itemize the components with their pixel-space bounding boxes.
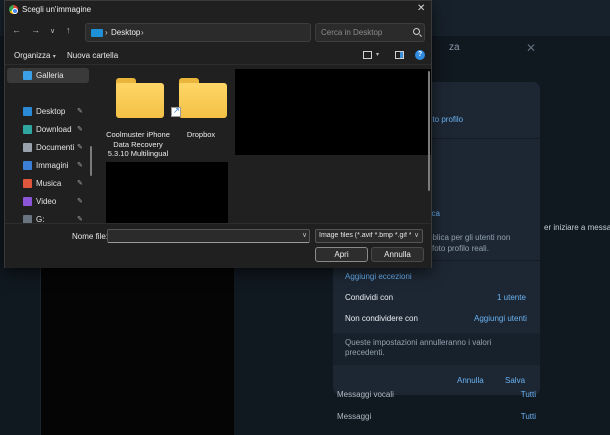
pin-icon[interactable]: ✎ xyxy=(77,161,83,169)
cancel-button[interactable]: Annulla xyxy=(371,247,424,262)
dialog-title: Scegli un'immagine xyxy=(22,5,92,14)
recent-locations-chevron-icon[interactable]: ∨ xyxy=(50,27,55,35)
navigation-bar: ← → ∨ ↑ › Desktop › ∨ ⟳ Cerca in Desktop xyxy=(5,21,431,43)
sidebar-item-label: Documenti xyxy=(36,143,75,152)
forward-arrow-icon[interactable]: → xyxy=(31,25,40,35)
voice-messages-label: Messaggi vocali xyxy=(337,390,394,399)
desktop-icon xyxy=(23,107,32,116)
photo-profile-link-fragment[interactable]: oto profilo xyxy=(428,115,463,124)
gallery-icon xyxy=(23,71,32,80)
messages-label: Messaggi xyxy=(337,412,372,421)
search-input[interactable]: Cerca in Desktop xyxy=(321,28,382,37)
chevron-down-icon[interactable]: ∨ xyxy=(302,231,307,239)
path-separator-icon: › xyxy=(105,28,108,37)
file-item-dropbox[interactable]: Dropbox xyxy=(169,74,231,164)
folder-icon xyxy=(91,29,103,37)
sidebar-item-musica[interactable]: Musica ✎ xyxy=(7,176,89,191)
search-box[interactable]: Cerca in Desktop xyxy=(315,23,425,42)
file-list: Coolmuster iPhone Data Recovery 5.3.10 M… xyxy=(98,66,431,223)
file-list-scrollbar[interactable] xyxy=(428,71,430,191)
navigation-pane: Galleria Desktop ✎ Download ✎ Documenti … xyxy=(5,66,96,224)
background-chat-panel xyxy=(40,264,234,435)
file-item-coolmuster[interactable]: Coolmuster iPhone Data Recovery 5.3.10 M… xyxy=(106,74,170,164)
sidebar-item-documenti[interactable]: Documenti ✎ xyxy=(7,140,89,155)
back-arrow-icon[interactable]: ← xyxy=(12,25,21,35)
redacted-area xyxy=(106,162,228,223)
organize-menu[interactable]: Organizza ▾ xyxy=(14,51,56,60)
privacy-close-icon[interactable]: ✕ xyxy=(526,41,536,55)
up-arrow-icon[interactable]: ↑ xyxy=(66,25,71,35)
close-icon[interactable]: ✕ xyxy=(417,3,425,14)
sidebar-item-label: Desktop xyxy=(36,107,66,116)
documents-icon xyxy=(23,143,32,152)
dont-share-with-label[interactable]: Non condividere con xyxy=(345,314,418,323)
folder-icon xyxy=(116,78,164,118)
messages-value: Tutti xyxy=(520,412,536,421)
privacy-cancel-button[interactable]: Annulla xyxy=(457,376,484,385)
search-icon[interactable] xyxy=(413,28,420,35)
address-bar[interactable]: › Desktop › ∨ ⟳ xyxy=(85,23,381,42)
chat-hint-fragment: er iniziare a messa xyxy=(544,223,610,232)
dont-share-with-value[interactable]: Aggiungi utenti xyxy=(474,314,527,323)
pin-icon[interactable]: ✎ xyxy=(77,125,83,133)
sidebar-item-label: Immagini xyxy=(36,161,69,170)
sidebar-item-label: Musica xyxy=(36,179,62,188)
file-type-select[interactable]: Image files (*.avif *.bmp *.gif *.ic ∨ xyxy=(315,229,423,243)
add-exceptions-link[interactable]: Aggiungi eccezioni xyxy=(345,272,412,281)
preview-pane-icon[interactable] xyxy=(395,51,404,59)
pin-icon[interactable]: ✎ xyxy=(77,197,83,205)
voice-messages-value: Tutti xyxy=(520,390,536,399)
music-icon xyxy=(23,179,32,188)
address-path[interactable]: Desktop xyxy=(111,28,140,37)
path-separator-icon[interactable]: › xyxy=(141,28,144,37)
chevron-down-icon: ∨ xyxy=(414,232,420,239)
caret-down-icon: ▾ xyxy=(52,54,56,60)
folder-icon xyxy=(179,78,227,118)
shortcut-arrow-icon xyxy=(171,106,181,117)
filename-input[interactable]: ∨ xyxy=(107,229,310,243)
dialog-toolbar: Organizza ▾ Nuova cartella ▾ ? xyxy=(5,47,431,65)
view-options-icon[interactable] xyxy=(363,51,372,59)
new-folder-button[interactable]: Nuova cartella xyxy=(67,51,118,60)
settings-note-box: Queste impostazioni annulleranno i valor… xyxy=(333,333,540,365)
choose-image-file-dialog: Scegli un'immagine ✕ ← → ∨ ↑ › Desktop ›… xyxy=(4,0,432,268)
dialog-footer: Nome file: ∨ Image files (*.avif *.bmp *… xyxy=(5,223,431,268)
filename-label: Nome file: xyxy=(72,232,109,241)
share-with-label[interactable]: Condividi con xyxy=(345,293,393,302)
sidebar-item-label: Download xyxy=(36,125,72,134)
pin-icon[interactable]: ✎ xyxy=(77,179,83,187)
sidebar-item-label: Video xyxy=(36,197,57,206)
pictures-icon xyxy=(23,161,32,170)
file-item-label: Coolmuster iPhone Data Recovery 5.3.10 M… xyxy=(106,130,170,158)
privacy-title-fragment: za xyxy=(449,42,460,53)
sidebar-scrollbar[interactable] xyxy=(90,146,92,176)
organize-label: Organizza xyxy=(14,51,51,60)
pin-icon[interactable]: ✎ xyxy=(77,143,83,151)
pin-icon[interactable]: ✎ xyxy=(77,107,83,115)
sidebar-item-immagini[interactable]: Immagini ✎ xyxy=(7,158,89,173)
settings-note: Queste impostazioni annulleranno i valor… xyxy=(345,338,492,357)
download-icon xyxy=(23,125,32,134)
file-item-label: Dropbox xyxy=(186,130,216,139)
share-with-value[interactable]: 1 utente xyxy=(497,293,526,302)
redacted-area xyxy=(235,69,431,155)
privacy-save-button[interactable]: Salva xyxy=(505,376,525,385)
messages-row[interactable]: Messaggi Tutti xyxy=(333,412,540,430)
dialog-titlebar[interactable]: Scegli un'immagine ✕ xyxy=(5,1,431,18)
help-icon[interactable]: ? xyxy=(415,50,425,60)
sidebar-item-galleria[interactable]: Galleria xyxy=(7,68,89,83)
pin-icon[interactable]: ✎ xyxy=(77,215,83,223)
file-type-value: Image files (*.avif *.bmp *.gif *.ic xyxy=(319,232,411,239)
sidebar-item-label: Galleria xyxy=(36,71,64,80)
sidebar-item-download[interactable]: Download ✎ xyxy=(7,122,89,137)
chrome-icon xyxy=(9,5,18,14)
caret-down-icon[interactable]: ▾ xyxy=(376,51,379,58)
voice-messages-row[interactable]: Messaggi vocali Tutti xyxy=(333,390,540,408)
public-photo-desc-line-1: bblica per gli utenti non xyxy=(428,233,511,242)
public-photo-desc-line-2: foto profilo reali. xyxy=(432,244,489,253)
sidebar-item-video[interactable]: Video ✎ xyxy=(7,194,89,209)
open-button[interactable]: Apri xyxy=(315,247,368,262)
sidebar-item-desktop[interactable]: Desktop ✎ xyxy=(7,104,89,119)
video-icon xyxy=(23,197,32,206)
